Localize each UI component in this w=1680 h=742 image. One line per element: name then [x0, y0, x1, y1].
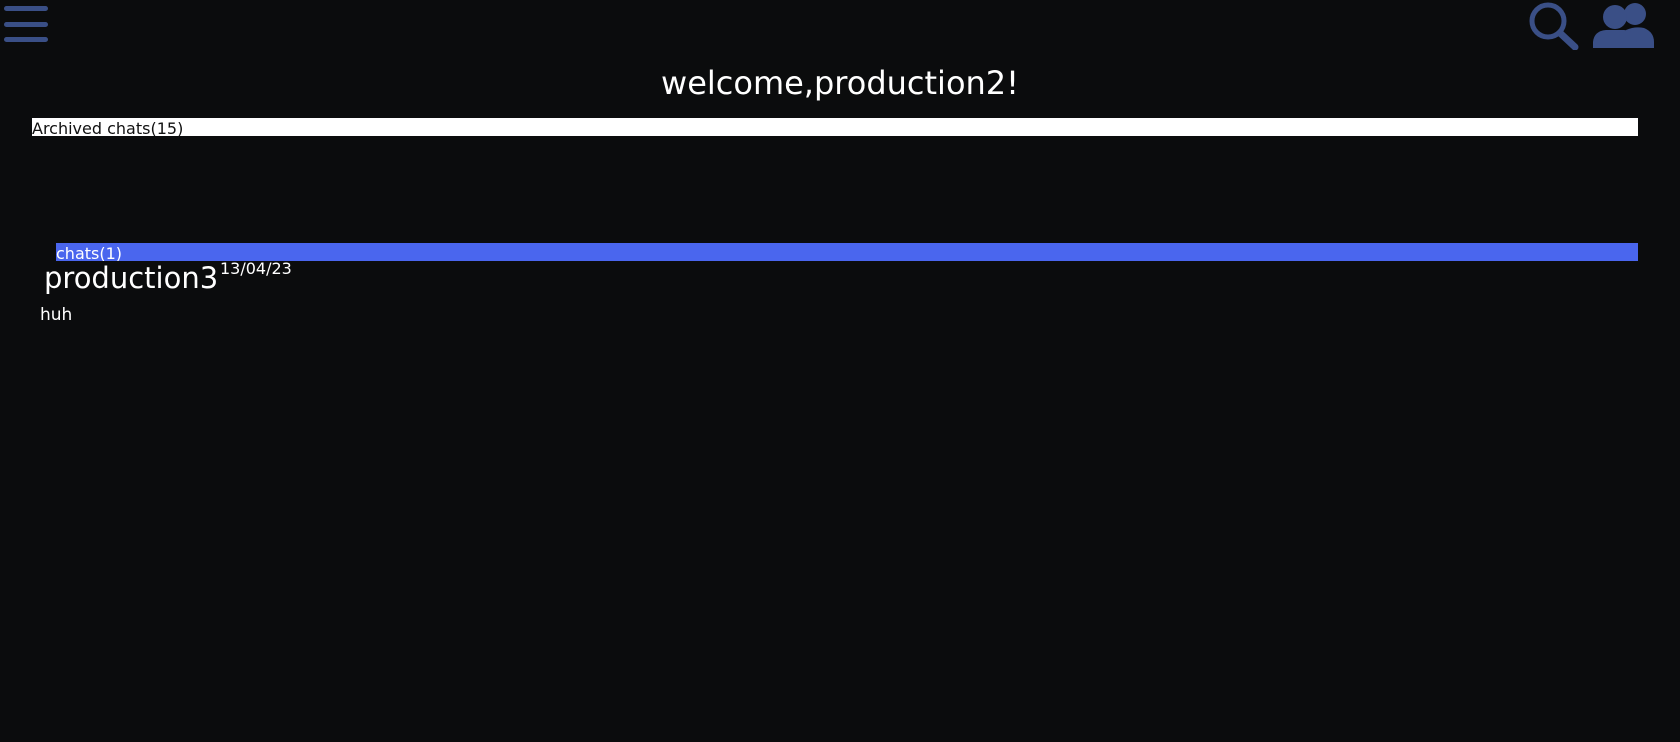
page-title: welcome,production2!: [661, 64, 1019, 102]
chats-bar[interactable]: chats(1): [56, 243, 1638, 261]
chat-list-item[interactable]: production3 13/04/23 huh: [36, 259, 636, 330]
chat-name: production3: [44, 261, 219, 295]
menu-button[interactable]: [4, 4, 48, 44]
search-button[interactable]: [1526, 0, 1580, 51]
chat-preview: huh: [40, 305, 73, 325]
archived-chats-bar[interactable]: Archived chats(15): [32, 118, 1638, 136]
friends-button[interactable]: [1590, 0, 1656, 50]
chats-label: chats(1): [56, 244, 123, 261]
users-icon: [1593, 3, 1654, 48]
search-icon: [1529, 2, 1579, 51]
archived-chats-label: Archived chats(15): [32, 119, 184, 136]
chat-date: 13/04/23: [220, 259, 292, 278]
